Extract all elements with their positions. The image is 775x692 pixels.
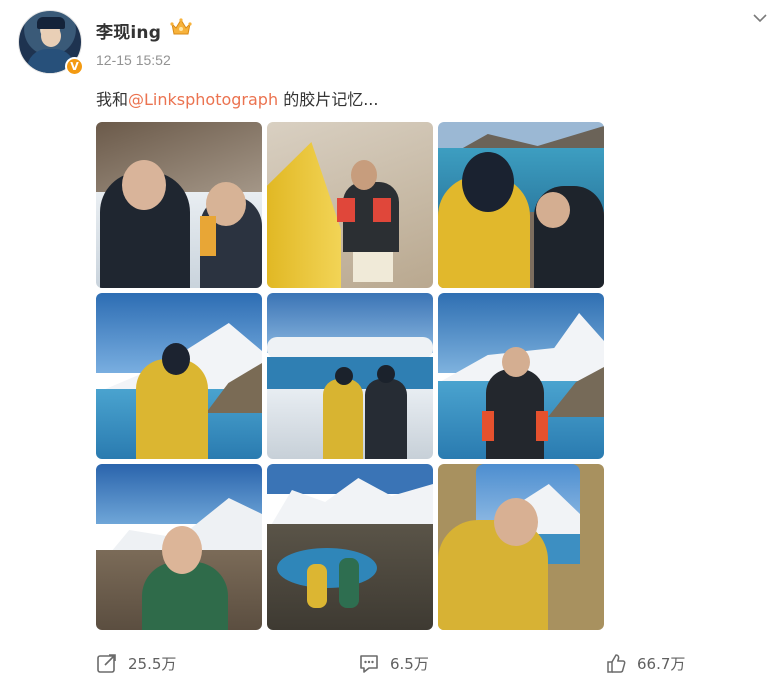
post-text-after: 的胶片记忆... [278,90,379,109]
comment-count: 6.5万 [390,654,429,673]
share-icon [97,654,116,673]
comment-icon [360,655,378,673]
weibo-post-card: V 李现ing 12-15 15:52 我和@Linksphotograph 的… [0,0,775,692]
action-bar: 25.5万 6.5万 66.7万 [0,646,775,686]
like-count: 66.7万 [637,654,686,673]
post-timestamp[interactable]: 12-15 15:52 [96,52,171,68]
photo-6[interactable] [438,293,604,459]
share-button[interactable]: 25.5万 [96,652,176,674]
chevron-down-icon[interactable] [752,12,768,24]
photo-grid [96,122,604,630]
photo-7[interactable] [96,464,262,630]
photo-2[interactable] [267,122,433,288]
like-button[interactable]: 66.7万 [605,652,685,674]
share-count: 25.5万 [128,654,177,673]
crown-icon [170,18,192,35]
photo-4[interactable] [96,293,262,459]
photo-9[interactable] [438,464,604,630]
photo-1[interactable] [96,122,262,288]
like-icon [607,654,626,673]
photo-3[interactable] [438,122,604,288]
mention-link[interactable]: @Linksphotograph [128,90,278,109]
post-text: 我和@Linksphotograph 的胶片记忆... [96,86,378,110]
comment-button[interactable]: 6.5万 [358,652,429,674]
post-text-before: 我和 [96,90,129,109]
photo-5[interactable] [267,293,433,459]
username[interactable]: 李现ing [96,18,161,43]
photo-8[interactable] [267,464,433,630]
verified-badge-icon: V [65,57,84,76]
